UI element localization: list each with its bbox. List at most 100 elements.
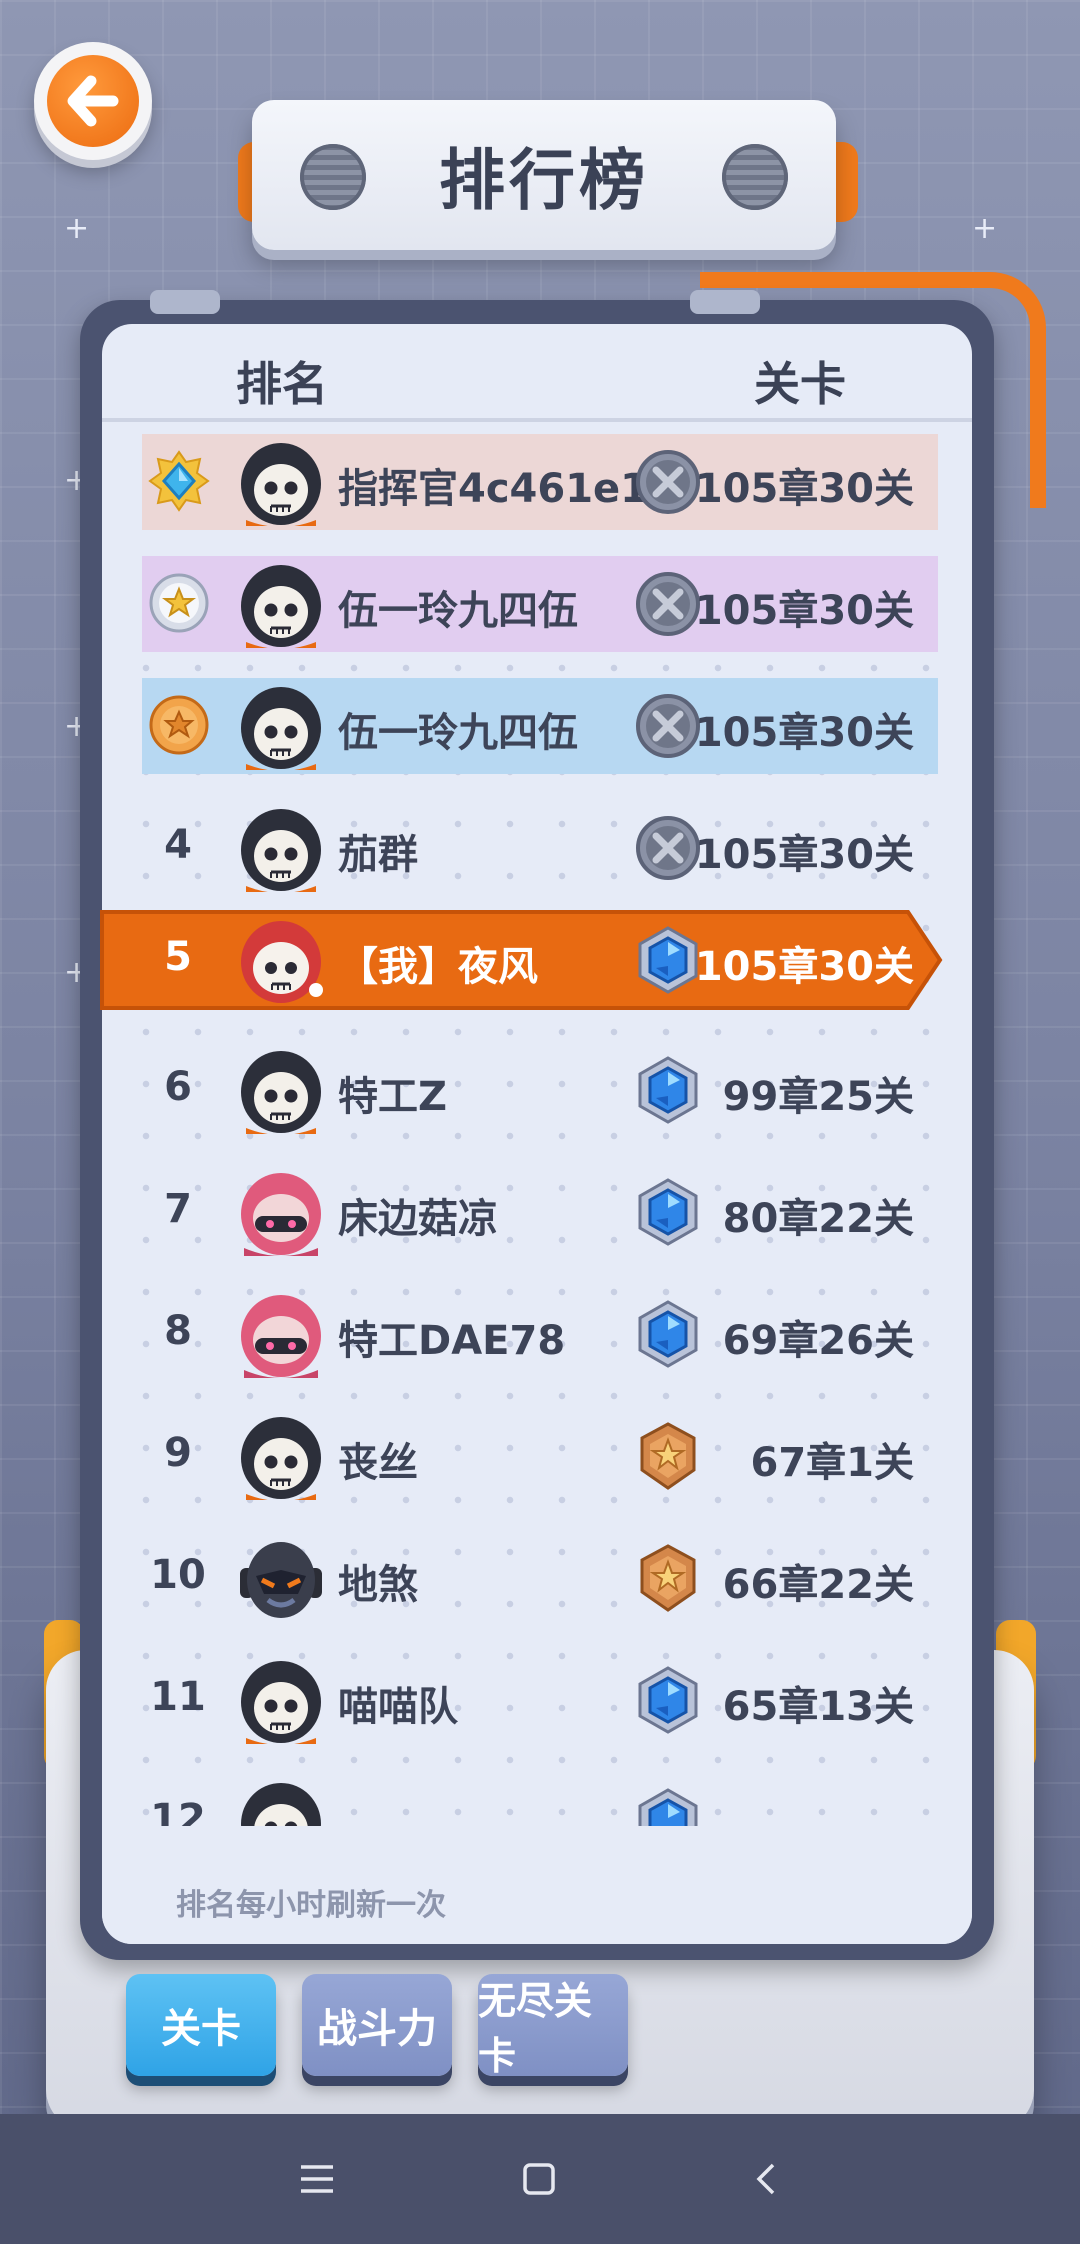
stage-progress: 105章30关 [694,588,914,634]
player-avatar[interactable] [238,560,324,649]
tab-endless[interactable]: 无尽关卡 [478,1974,628,2078]
stage-progress: 69章26关 [722,1318,914,1364]
player-avatar[interactable] [238,682,324,771]
plus-decoration: + [64,211,90,246]
blue-gem-icon [638,1666,698,1734]
nav-back-button[interactable] [732,2144,802,2214]
back-button[interactable] [34,42,152,160]
bronze-rank-badge-icon [148,694,210,756]
player-name: 地煞 [338,1562,418,1608]
blue-gem-icon [634,926,702,994]
frame-knob [690,290,760,314]
leaderboard-row[interactable]: 伍一玲九四伍 105章30关 [142,678,938,774]
stage-progress: 105章30关 [694,944,914,990]
blue-gem-icon [634,1178,702,1246]
stage-progress: 105章30关 [694,710,914,756]
system-nav-bar [0,2114,1080,2244]
stage-progress: 99章25关 [722,1074,914,1120]
player-name: 床边菇凉 [338,1196,498,1242]
player-name: 指挥官4c461e1 [338,466,648,512]
locked-stage-icon [636,816,700,880]
blue-gem-icon [634,1666,702,1734]
diamond-rank-badge-icon [148,450,210,512]
avatar [241,443,321,527]
bronze-star-icon [640,1422,696,1490]
stage-column-header: 关卡 [754,357,846,411]
menu-button[interactable] [282,2144,352,2214]
bronze-star-icon [634,1422,702,1490]
column-headers: 排名 关卡 [102,324,972,422]
rank-number: 4 [164,822,192,868]
player-avatar[interactable] [238,1168,324,1256]
avatar [240,1542,322,1618]
rank-number: 10 [150,1552,206,1598]
player-avatar[interactable] [238,916,324,1004]
tab-power[interactable]: 战斗力 [302,1974,452,2076]
player-avatar[interactable] [238,1656,324,1745]
locked-stage-icon [634,570,702,638]
leaderboard-row[interactable]: 4 茄群 105章30关 [142,800,938,896]
back-arrow-icon [67,75,119,127]
chevron-left-icon [756,2163,775,2195]
avatar [241,1661,321,1745]
leaderboard-row[interactable]: 8 特工DAE78 69章26关 [142,1286,938,1382]
locked-stage-icon [634,448,702,516]
home-square-icon [523,2163,555,2195]
locked-stage-icon [636,572,700,636]
avatar [241,921,323,1003]
player-name: 特工Z [338,1074,448,1120]
my-rank-row[interactable]: 5 【我】夜风 105章30关 [100,910,943,1010]
player-avatar[interactable] [238,1534,324,1622]
leaderboard-row[interactable]: 伍一玲九四伍 105章30关 [142,556,938,652]
plus-decoration: + [972,211,998,246]
leaderboard-row[interactable]: 9 丧丝 67章1关 [142,1408,938,1504]
leaderboard-row[interactable]: 10 地煞 66章22关 [142,1530,938,1626]
tab-stage[interactable]: 关卡 [126,1974,276,2076]
stage-progress: 65章13关 [722,1684,914,1730]
blue-gem-icon [638,1056,698,1124]
blue-gem-icon [634,1056,702,1124]
page-title: 排行榜 [439,142,649,219]
rank-number: 7 [164,1186,192,1232]
player-name: 茄群 [338,832,418,878]
avatar [241,687,321,771]
player-avatar[interactable] [238,1290,324,1378]
stage-progress: 105章30关 [694,466,914,512]
blue-gem-icon [638,926,698,994]
player-name: 丧丝 [338,1440,418,1486]
player-avatar[interactable] [238,1046,324,1135]
leaderboard-row[interactable]: 7 床边菇凉 80章22关 [142,1164,938,1260]
stage-progress: 105章30关 [694,832,914,878]
silver-rank-badge-icon [149,573,209,633]
rank-number: 5 [164,934,192,980]
avatar [241,1173,321,1256]
bolt-icon [300,144,366,210]
refresh-note: 排名每小时刷新一次 [176,1888,446,1923]
player-name: 伍一玲九四伍 [338,710,578,756]
rank-number: 6 [164,1064,192,1110]
silver-rank-badge-icon [148,572,210,634]
bronze-rank-badge-icon [149,695,209,755]
player-avatar[interactable] [238,438,324,527]
blue-gem-icon [638,1178,698,1246]
avatar [241,1295,321,1378]
locked-stage-icon [636,450,700,514]
home-button[interactable] [504,2144,574,2214]
leaderboard-row[interactable]: 6 特工Z 99章25关 [142,1042,938,1138]
blue-gem-icon [638,1300,698,1368]
player-avatar[interactable] [238,804,324,893]
avatar [241,809,321,893]
player-name: 喵喵队 [338,1684,458,1730]
diamond-rank-badge-icon [148,450,210,512]
rank-number: 11 [150,1674,206,1720]
bronze-star-icon [640,1544,696,1612]
frame-knob [150,290,220,314]
rank-column-header: 排名 [236,357,328,411]
leaderboard-row[interactable]: 11 喵喵队 65章13关 [142,1652,938,1748]
bronze-star-icon [634,1544,702,1612]
stage-progress: 66章22关 [722,1562,914,1608]
leaderboard-row[interactable]: 指挥官4c461e1 105章30关 [142,434,938,530]
locked-stage-icon [634,814,702,882]
player-avatar[interactable] [238,1412,324,1501]
avatar [241,1417,321,1501]
